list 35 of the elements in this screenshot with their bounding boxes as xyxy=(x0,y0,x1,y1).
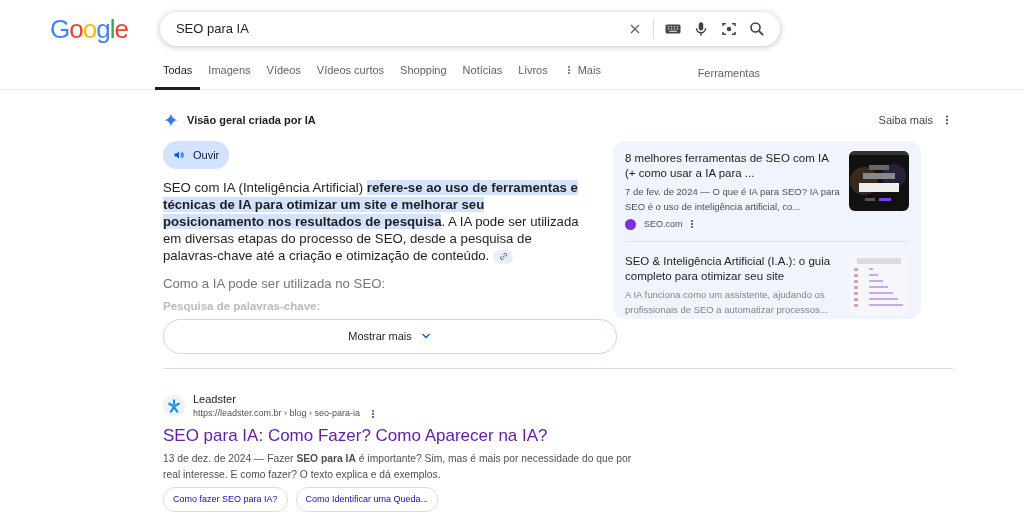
show-more-button[interactable]: Mostrar mais xyxy=(163,318,617,354)
section-heading: Como a IA pode ser utilizada no SEO: xyxy=(163,275,387,293)
result-snippet: 13 de dez. de 2024 — Fazer SEO para IA é importante? Sim, mas é mais por necessidade do que por real interesse. E como fazer? O texto explica e dá exemplos. xyxy=(163,451,633,482)
tab[interactable]: Todas xyxy=(155,60,201,90)
site-name[interactable]: Leadster xyxy=(193,390,379,407)
site-icon xyxy=(625,218,636,230)
site-url[interactable]: https://leadster.com.br › blog › seo-para-ia xyxy=(193,407,361,421)
site-logo-icon xyxy=(163,394,185,417)
listen-button[interactable]: Ouvir xyxy=(163,140,230,169)
search-field[interactable]: SEO para IA xyxy=(159,12,780,46)
result-title[interactable]: SEO para IA: Como Fazer? Como Aparecer na IA? xyxy=(163,424,953,447)
link-icon[interactable] xyxy=(493,249,514,264)
source-snippet: A IA funciona como um assistente, ajudando os profissionais de SEO a automatizar processos... xyxy=(625,288,829,317)
tab[interactable]: Notícias xyxy=(454,60,511,90)
source-title[interactable]: 8 melhores ferramentas de SEO com IA (+ como usar a IA para ... xyxy=(625,150,841,181)
overview-title: Visão geral criada por IA xyxy=(187,113,316,128)
site-name[interactable]: SEO.com xyxy=(644,217,683,231)
source-snippet: 7 de fev. de 2024 — O que é IA para SEO? IA para SEO é o uso de inteligência artificial, co... xyxy=(625,184,841,214)
faded-heading: Pesquisa de palavras-chave: xyxy=(163,298,322,314)
source-title[interactable]: SEO & Inteligência Artificial (I.A.): o guia completo para otimizar seu site xyxy=(625,254,841,284)
camera-icon[interactable] xyxy=(719,20,738,38)
tab[interactable]: Vídeos xyxy=(258,60,309,90)
related-link[interactable]: Como fazer SEO para IA? xyxy=(163,486,288,512)
search-icon[interactable] xyxy=(747,20,766,38)
learn-more-link[interactable]: Saiba mais xyxy=(878,112,933,129)
tab[interactable]: Livros xyxy=(510,60,556,90)
tab[interactable]: Imagens xyxy=(200,60,259,90)
search-input[interactable]: SEO para IA xyxy=(173,18,617,40)
tab[interactable]: Vídeos curtos xyxy=(308,60,393,90)
google-logo[interactable]: Google xyxy=(50,12,128,46)
tools-link[interactable]: Ferramentas xyxy=(697,64,760,85)
more-tab[interactable]: Mais xyxy=(555,60,609,90)
overview-paragraph: SEO com IA (Inteligência Artificial) refere-se ao uso de ferramentas e técnicas de IA para otimizar um site e melhorar seu posicionamento nos resultados de pesquisa. A IA pode ser utilizada em diversas etapas do processo de SEO, desde a pesquisa de palavras-chave até a criação e otimização de conteúdo. xyxy=(163,179,580,264)
related-link[interactable]: Como Identificar uma Queda... xyxy=(295,486,439,512)
tab[interactable]: Shopping xyxy=(392,60,455,90)
